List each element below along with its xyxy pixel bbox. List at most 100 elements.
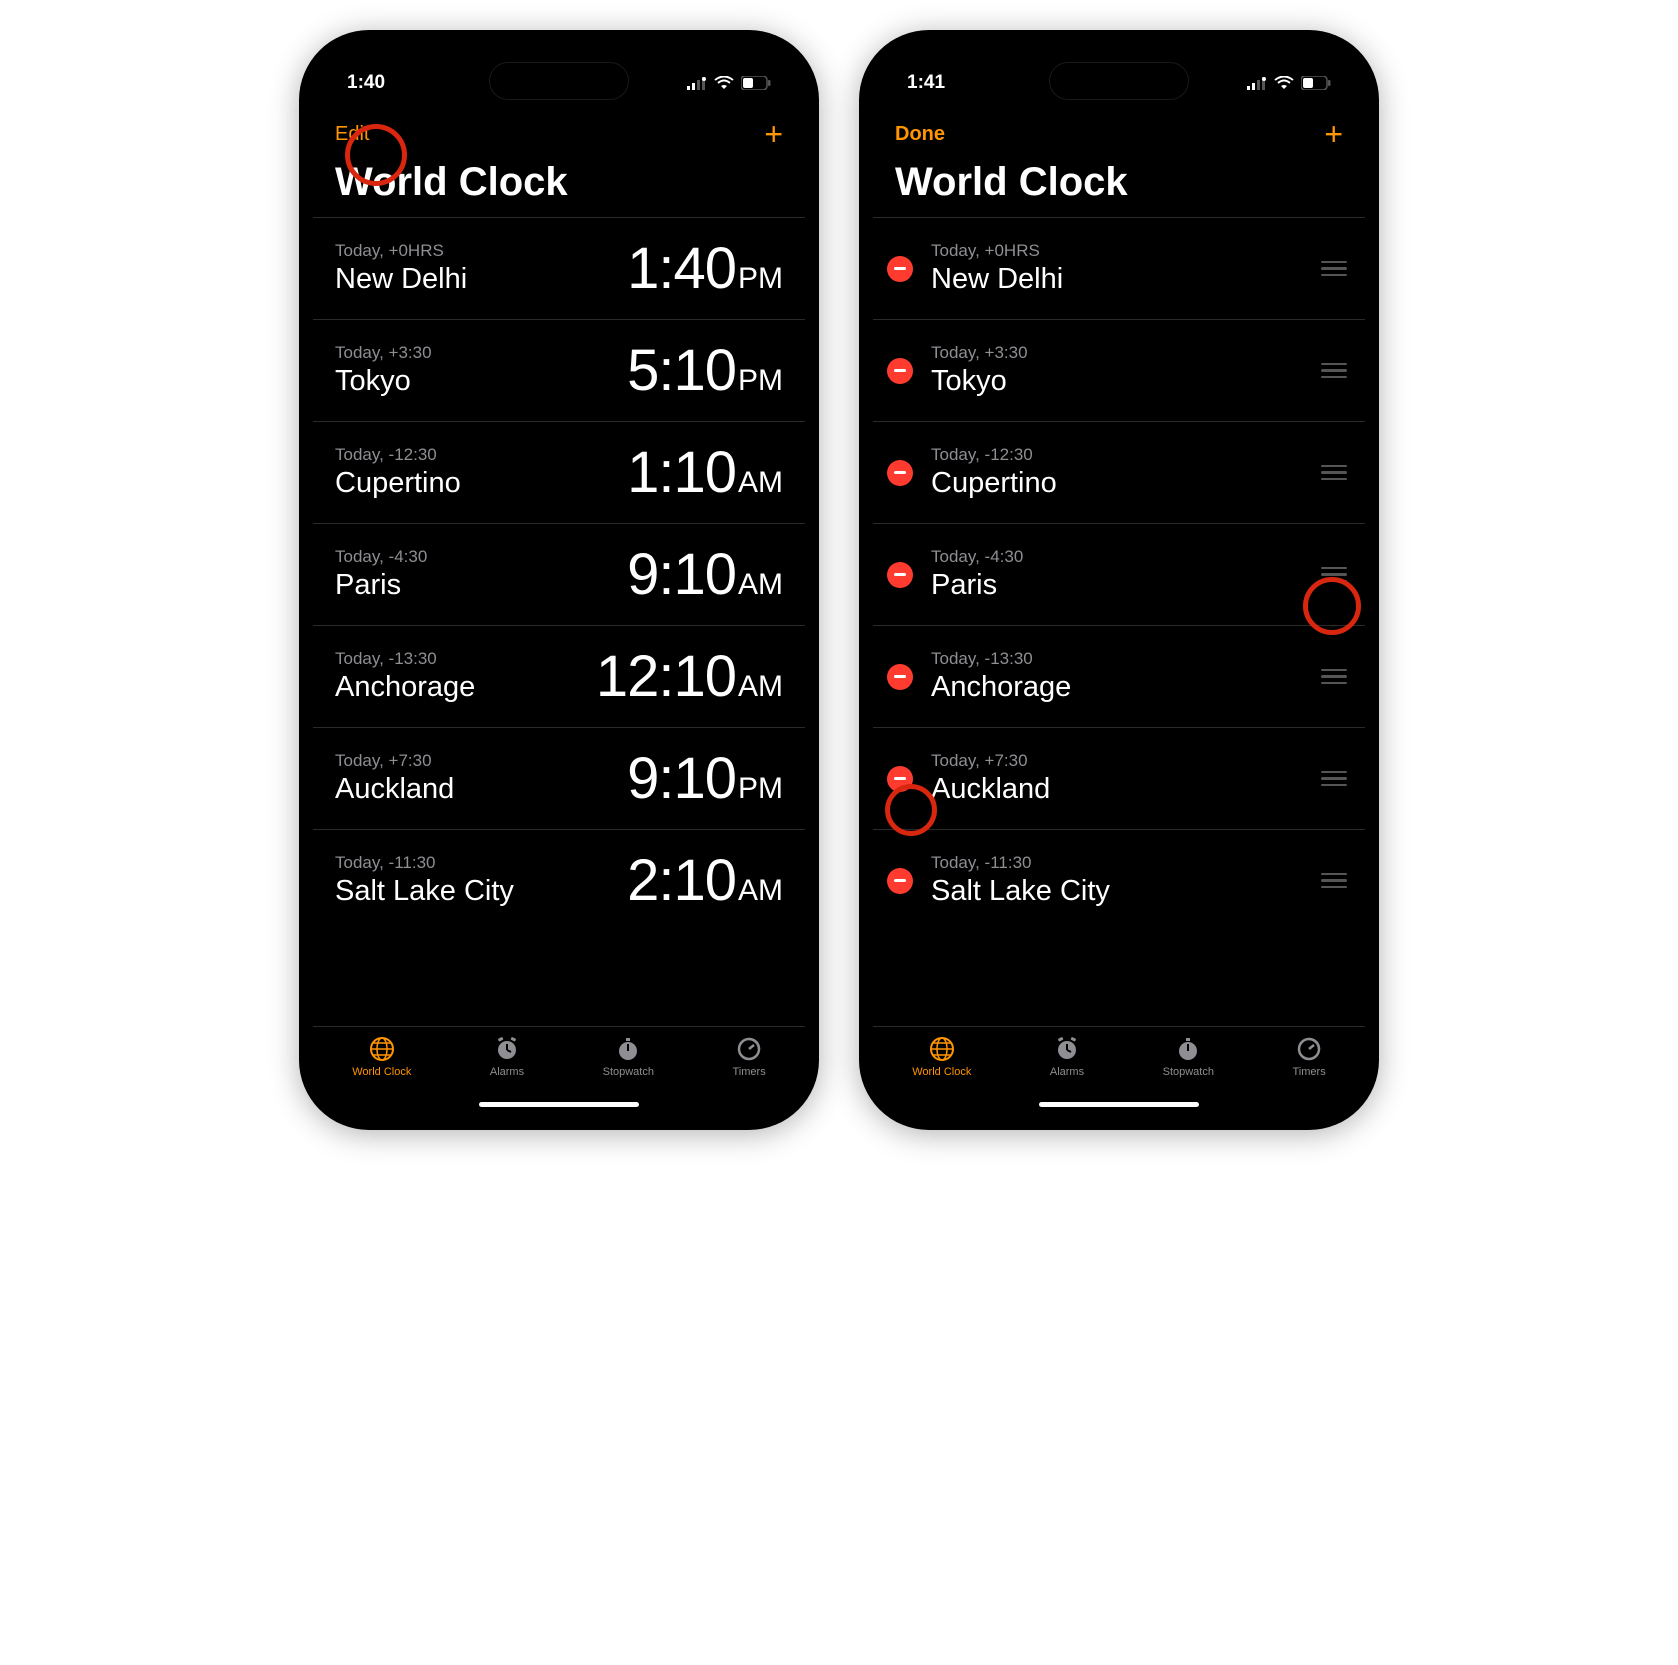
screen-left: 1:40 Edit + World Clock Today, +0HRS New… (313, 44, 805, 1116)
tab-alarms[interactable]: Alarms (490, 1035, 524, 1078)
delete-button[interactable] (887, 358, 913, 384)
cellular-icon (1247, 77, 1267, 90)
phone-left: 1:40 Edit + World Clock Today, +0HRS New… (299, 30, 819, 1130)
tab-world-clock[interactable]: World Clock (352, 1035, 411, 1078)
delete-button[interactable] (887, 256, 913, 282)
city-label: Tokyo (335, 365, 627, 398)
stopwatch-icon (1174, 1035, 1202, 1063)
status-right (687, 76, 771, 90)
tab-label: Stopwatch (1163, 1066, 1214, 1078)
clock-row[interactable]: Today, -13:30 Anchorage (873, 625, 1365, 727)
offset-label: Today, -4:30 (335, 547, 627, 567)
offset-label: Today, +0HRS (931, 241, 1307, 261)
city-label: Paris (335, 569, 627, 602)
delete-button[interactable] (887, 868, 913, 894)
add-button[interactable]: + (764, 118, 783, 150)
time-display: 12:10AM (596, 643, 783, 710)
drag-handle-icon[interactable] (1321, 465, 1347, 481)
offset-label: Today, +3:30 (931, 343, 1307, 363)
tab-stopwatch[interactable]: Stopwatch (1163, 1035, 1214, 1078)
clock-row[interactable]: Today, +0HRS New Delhi 1:40PM (313, 217, 805, 319)
clock-row[interactable]: Today, -13:30 Anchorage 12:10AM (313, 625, 805, 727)
dynamic-island (1049, 62, 1189, 100)
time-display: 1:10AM (627, 439, 783, 506)
add-button[interactable]: + (1324, 118, 1343, 150)
tab-world-clock[interactable]: World Clock (912, 1035, 971, 1078)
tab-timers[interactable]: Timers (733, 1035, 766, 1078)
offset-label: Today, -12:30 (335, 445, 627, 465)
status-right (1247, 76, 1331, 90)
drag-handle-icon[interactable] (1321, 363, 1347, 379)
timer-icon (735, 1035, 763, 1063)
drag-handle-icon[interactable] (1321, 567, 1347, 583)
clock-row[interactable]: Today, +7:30 Auckland (873, 727, 1365, 829)
delete-button[interactable] (887, 664, 913, 690)
city-label: Paris (931, 569, 1307, 602)
tab-timers[interactable]: Timers (1293, 1035, 1326, 1078)
city-label: Cupertino (335, 467, 627, 500)
nav-bar: Done + (873, 108, 1365, 156)
city-label: Cupertino (931, 467, 1307, 500)
offset-label: Today, +3:30 (335, 343, 627, 363)
offset-label: Today, -11:30 (335, 853, 627, 873)
time-display: 2:10AM (627, 847, 783, 914)
tab-label: Alarms (1050, 1066, 1084, 1078)
city-label: Anchorage (931, 671, 1307, 704)
tab-alarms[interactable]: Alarms (1050, 1035, 1084, 1078)
tab-stopwatch[interactable]: Stopwatch (603, 1035, 654, 1078)
edit-button[interactable]: Edit (335, 123, 369, 146)
globe-icon (368, 1035, 396, 1063)
time-display: 5:10PM (627, 337, 783, 404)
time-display: 9:10PM (627, 745, 783, 812)
time-display: 9:10AM (627, 541, 783, 608)
battery-icon (741, 76, 771, 90)
page-title: World Clock (873, 156, 1365, 217)
home-indicator[interactable] (479, 1102, 639, 1107)
clock-row[interactable]: Today, -11:30 Salt Lake City (873, 829, 1365, 931)
tab-label: Alarms (490, 1066, 524, 1078)
clock-row[interactable]: Today, +7:30 Auckland 9:10PM (313, 727, 805, 829)
home-indicator[interactable] (1039, 1102, 1199, 1107)
nav-bar: Edit + (313, 108, 805, 156)
globe-icon (928, 1035, 956, 1063)
city-label: Auckland (335, 773, 627, 806)
city-label: Salt Lake City (335, 875, 627, 908)
city-label: Tokyo (931, 365, 1307, 398)
status-time: 1:41 (907, 72, 945, 94)
clock-row[interactable]: Today, +3:30 Tokyo 5:10PM (313, 319, 805, 421)
delete-button[interactable] (887, 460, 913, 486)
wifi-icon (1274, 76, 1294, 90)
tab-label: Timers (733, 1066, 766, 1078)
offset-label: Today, -13:30 (335, 649, 596, 669)
city-label: Anchorage (335, 671, 596, 704)
clock-row[interactable]: Today, -12:30 Cupertino (873, 421, 1365, 523)
screen-right: 1:41 Done + World Clock Today, +0HRS New… (873, 44, 1365, 1116)
clock-list: Today, +0HRS New Delhi 1:40PM Today, +3:… (313, 217, 805, 1026)
tab-label: Stopwatch (603, 1066, 654, 1078)
clock-row[interactable]: Today, +0HRS New Delhi (873, 217, 1365, 319)
drag-handle-icon[interactable] (1321, 873, 1347, 889)
time-display: 1:40PM (627, 235, 783, 302)
clock-row[interactable]: Today, -4:30 Paris (873, 523, 1365, 625)
delete-button[interactable] (887, 562, 913, 588)
drag-handle-icon[interactable] (1321, 261, 1347, 277)
clock-row[interactable]: Today, -4:30 Paris 9:10AM (313, 523, 805, 625)
timer-icon (1295, 1035, 1323, 1063)
clock-row[interactable]: Today, -11:30 Salt Lake City 2:10AM (313, 829, 805, 931)
offset-label: Today, +7:30 (335, 751, 627, 771)
offset-label: Today, +7:30 (931, 751, 1307, 771)
city-label: New Delhi (335, 263, 627, 296)
clock-row[interactable]: Today, +3:30 Tokyo (873, 319, 1365, 421)
city-label: New Delhi (931, 263, 1307, 296)
battery-icon (1301, 76, 1331, 90)
page-title: World Clock (313, 156, 805, 217)
clock-row[interactable]: Today, -12:30 Cupertino 1:10AM (313, 421, 805, 523)
drag-handle-icon[interactable] (1321, 771, 1347, 787)
delete-button[interactable] (887, 766, 913, 792)
done-button[interactable]: Done (895, 123, 945, 146)
offset-label: Today, +0HRS (335, 241, 627, 261)
offset-label: Today, -12:30 (931, 445, 1307, 465)
tab-label: World Clock (912, 1066, 971, 1078)
wifi-icon (714, 76, 734, 90)
drag-handle-icon[interactable] (1321, 669, 1347, 685)
